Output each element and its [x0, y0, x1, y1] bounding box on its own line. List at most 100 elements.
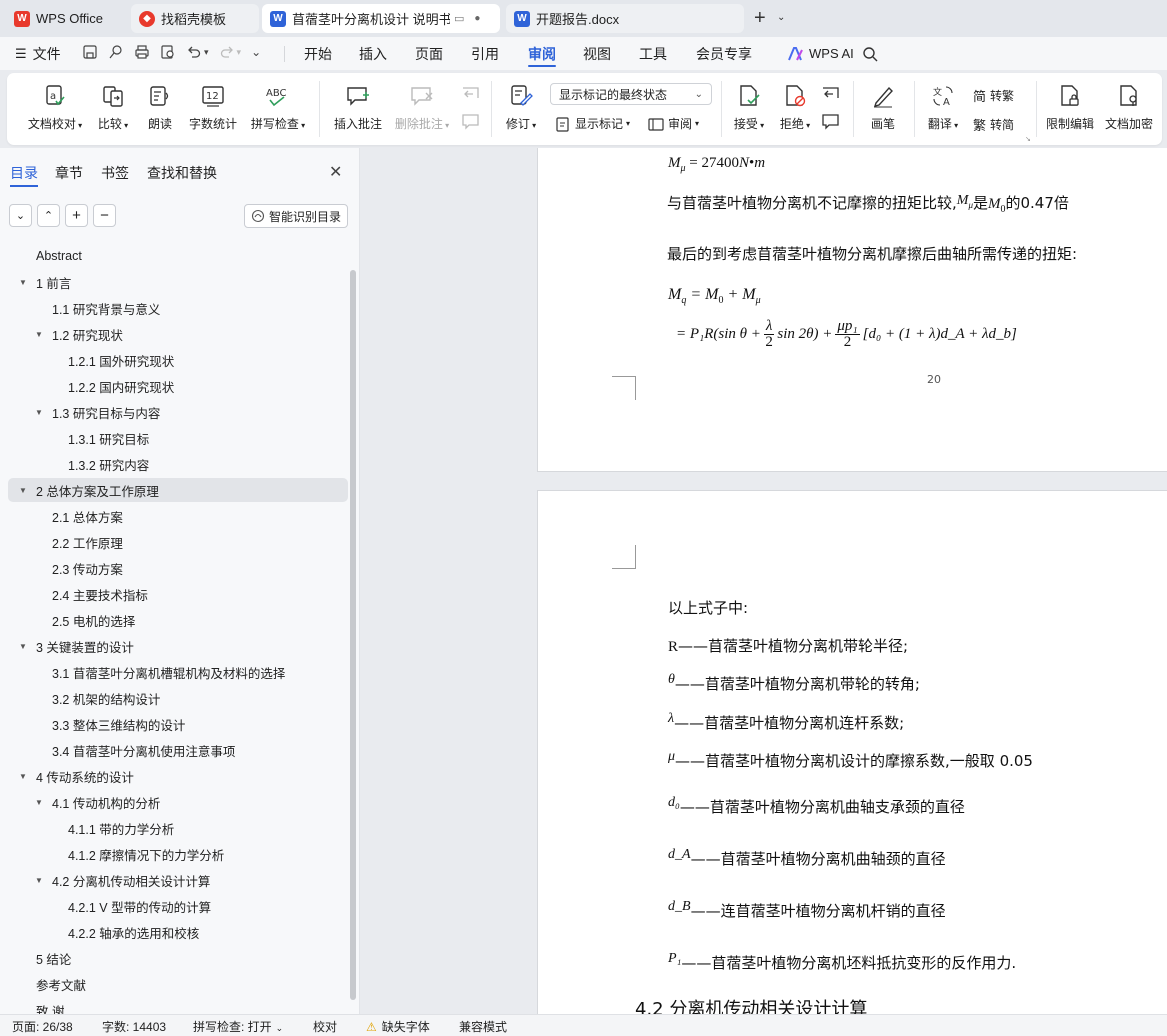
toc-item[interactable]: 4.1.2 摩擦情况下的力学分析 [8, 842, 348, 866]
undo-icon[interactable] [186, 44, 202, 60]
menu-references[interactable]: 引用 [471, 37, 499, 70]
toc-item[interactable]: ▼ 1.2 研究现状 [8, 322, 348, 346]
pen-button[interactable]: 画笔 [865, 73, 901, 145]
tab-proposal-report[interactable]: W 开题报告.docx [506, 4, 744, 33]
expand-arrow-icon[interactable]: ▼ [18, 641, 28, 651]
word-count-button[interactable]: 12 字数统计 [185, 73, 241, 145]
toc-item[interactable]: 2.1 总体方案 [8, 504, 348, 528]
translate-button[interactable]: 文A 翻译 ▾ [923, 73, 963, 145]
toc-item[interactable]: 4.2.2 轴承的选用和校核 [8, 920, 348, 944]
revise-button[interactable]: 修订 ▾ [501, 73, 541, 145]
reject-button[interactable]: 拒绝 ▾ [775, 73, 815, 145]
menu-insert[interactable]: 插入 [359, 37, 387, 70]
undo-dropdown-icon[interactable]: ▾ [204, 47, 209, 58]
expand-arrow-icon[interactable]: ▼ [34, 875, 44, 885]
wps-ai-button[interactable]: WPS AI [788, 37, 854, 70]
tab-chapters[interactable]: 章节 [55, 163, 83, 183]
toc-item[interactable]: 参考文献 [8, 972, 348, 996]
toc-item[interactable]: 3.2 机架的结构设计 [8, 686, 348, 710]
toc-item[interactable]: 1.3.2 研究内容 [8, 452, 348, 476]
remove-heading-button[interactable]: − [93, 204, 116, 227]
menu-tools[interactable]: 工具 [639, 37, 667, 70]
add-heading-button[interactable]: + [65, 204, 88, 227]
toc-item[interactable]: ▼ 2 总体方案及工作原理 [8, 478, 348, 502]
read-aloud-button[interactable]: 朗读 [143, 73, 177, 145]
toc-item[interactable]: Abstract [8, 244, 348, 268]
toc-item[interactable]: 3.1 苜蓿茎叶分离机槽辊机构及材料的选择 [8, 660, 348, 684]
toc-item[interactable]: ▼ 1.3 研究目标与内容 [8, 400, 348, 424]
next-change-icon[interactable] [821, 113, 841, 131]
expand-arrow-icon[interactable]: ▼ [34, 329, 44, 339]
delete-comment-button[interactable]: 删除批注 ▾ [392, 73, 452, 145]
toc-scrollbar[interactable] [350, 270, 356, 1000]
previous-change-icon[interactable] [821, 86, 841, 104]
toc-item[interactable]: 3.3 整体三维结构的设计 [8, 712, 348, 736]
missing-font-button[interactable]: ⚠ 缺失字体 [366, 1018, 430, 1035]
proof-button[interactable]: 校对 [313, 1018, 337, 1035]
search-icon[interactable] [862, 46, 878, 62]
expand-arrow-icon[interactable]: ▼ [18, 485, 28, 495]
close-icon[interactable]: ✕ [329, 162, 342, 182]
smart-toc-button[interactable]: 智能识别目录 [244, 204, 348, 228]
toc-item[interactable]: ▼ 4.2 分离机传动相关设计计算 [8, 868, 348, 892]
doc-proof-button[interactable]: a 文档校对 ▾ [25, 73, 85, 145]
toc-item[interactable]: ▼ 3 关键装置的设计 [8, 634, 348, 658]
review-pane-button[interactable]: 审阅 ▾ [648, 115, 699, 132]
unsaved-dot-icon[interactable]: ● [474, 13, 480, 24]
expand-arrow-icon[interactable]: ▼ [34, 407, 44, 417]
toc-item[interactable]: 2.3 传动方案 [8, 556, 348, 580]
menu-page[interactable]: 页面 [415, 37, 443, 70]
tab-list-chevron-icon[interactable]: ⌄ [777, 12, 785, 23]
expand-arrow-icon[interactable]: ▼ [34, 797, 44, 807]
toc-item[interactable]: 1.1 研究背景与意义 [8, 296, 348, 320]
to-traditional-button[interactable]: 简 转繁 [973, 86, 1014, 105]
doc-encrypt-button[interactable]: 文档加密 [1103, 73, 1155, 145]
tab-current-document[interactable]: W 苜蓿茎叶分离机设计 说明书（ ▭ ● [262, 4, 500, 33]
toc-item[interactable]: 1.2.1 国外研究现状 [8, 348, 348, 372]
toc-item[interactable]: 2.4 主要技术指标 [8, 582, 348, 606]
tab-find-replace[interactable]: 查找和替换 [147, 163, 217, 183]
expand-arrow-icon[interactable]: ▼ [18, 771, 28, 781]
expand-arrow-icon[interactable]: ▼ [18, 277, 28, 287]
save-icon[interactable] [82, 44, 98, 60]
previous-comment-icon[interactable] [461, 86, 481, 104]
menu-member[interactable]: 会员专享 [696, 37, 752, 70]
toc-item[interactable]: 4.2.1 V 型带的传动的计算 [8, 894, 348, 918]
next-comment-icon[interactable] [461, 113, 481, 131]
toc-item[interactable]: ▼ 4.1 传动机构的分析 [8, 790, 348, 814]
accept-button[interactable]: 接受 ▾ [729, 73, 769, 145]
show-markup-button[interactable]: 显示标记 ▾ [555, 115, 630, 132]
expand-launcher-icon[interactable]: ↘ [1025, 135, 1031, 143]
spell-check-button[interactable]: ABC 拼写检查 ▾ [247, 73, 309, 145]
insert-comment-button[interactable]: 插入批注 [330, 73, 386, 145]
toc-item[interactable]: ▼ 1 前言 [8, 270, 348, 294]
export-pdf-icon[interactable] [108, 44, 124, 60]
collapse-all-button[interactable]: ⌄ [9, 204, 32, 227]
menu-home[interactable]: 开始 [304, 37, 332, 70]
toc-item[interactable]: 致 谢 [8, 998, 348, 1015]
spell-check-toggle[interactable]: 拼写检查: 打开 ⌄ [193, 1018, 283, 1035]
toc-item[interactable]: 1.2.2 国内研究现状 [8, 374, 348, 398]
tab-toc[interactable]: 目录 [10, 163, 38, 183]
tab-bookmarks[interactable]: 书签 [101, 163, 129, 183]
tab-docer-templates[interactable]: ◆ 找稻壳模板 [131, 4, 259, 33]
redo-dropdown-icon[interactable]: ▾ [237, 47, 242, 58]
expand-up-button[interactable]: ⌃ [37, 204, 60, 227]
toc-item[interactable]: 2.2 工作原理 [8, 530, 348, 554]
toc-item[interactable]: 4.1.1 带的力学分析 [8, 816, 348, 840]
toc-item[interactable]: 1.3.1 研究目标 [8, 426, 348, 450]
compare-button[interactable]: 比较 ▾ [93, 73, 133, 145]
menu-review[interactable]: 审阅 [528, 37, 556, 70]
print-icon[interactable] [134, 44, 150, 60]
new-tab-plus-icon[interactable]: + [754, 8, 766, 28]
menu-view[interactable]: 视图 [583, 37, 611, 70]
to-simplified-button[interactable]: 繁 转简 [973, 115, 1014, 134]
markup-state-select[interactable]: 显示标记的最终状态 ⌄ [550, 83, 712, 105]
toc-item[interactable]: ▼ 4 传动系统的设计 [8, 764, 348, 788]
more-chevron-icon[interactable]: ⌄ [251, 45, 261, 59]
word-count-indicator[interactable]: 字数: 14403 [102, 1018, 166, 1035]
tab-wps-office[interactable]: W WPS Office [6, 4, 120, 33]
print-preview-icon[interactable] [160, 44, 176, 60]
toc-item[interactable]: 3.4 苜蓿茎叶分离机使用注意事项 [8, 738, 348, 762]
file-menu[interactable]: ☰ 文件 [15, 37, 61, 70]
